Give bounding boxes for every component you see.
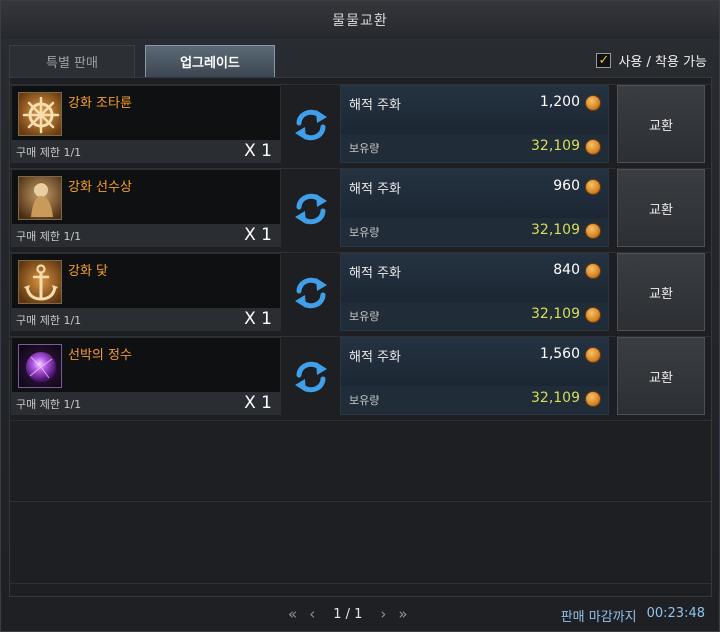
owned-value: 32,109: [531, 222, 580, 238]
item-panel[interactable]: 강화 닻 구매 제한 1/1 X 1: [11, 253, 281, 331]
coin-icon: [585, 179, 601, 195]
usable-filter-checkbox[interactable]: ✓: [596, 53, 612, 68]
exchange-arrows-icon: [291, 275, 331, 311]
cost-currency-name: 해적 주화: [349, 350, 401, 365]
owned-value: 32,109: [531, 390, 580, 406]
anchor-icon[interactable]: [18, 260, 62, 304]
tab-upgrade[interactable]: 업그레이드: [145, 45, 275, 77]
orb-icon[interactable]: [18, 344, 62, 388]
cost-panel: 해적 주화 1,560 보유량 32,109: [340, 337, 609, 415]
cost-currency-name: 해적 주화: [349, 98, 401, 113]
item-panel[interactable]: 강화 선수상 구매 제한 1/1 X 1: [11, 169, 281, 247]
list-item: 선박의 정수 구매 제한 1/1 X 1 해적 주화 1,560 보유량 32,…: [9, 337, 709, 415]
cost-panel: 해적 주화 1,200 보유량 32,109: [340, 85, 609, 163]
purchase-limit: 구매 제한 1/1: [16, 146, 82, 159]
exchange-button[interactable]: 교환: [617, 169, 705, 247]
exchange-button[interactable]: 교환: [617, 253, 705, 331]
coin-icon: [585, 223, 601, 239]
sale-deadline: 판매 마감까지 00:23:48: [561, 606, 705, 625]
cost-currency-name: 해적 주화: [349, 182, 401, 197]
cost-panel: 해적 주화 840 보유량 32,109: [340, 253, 609, 331]
ship-wheel-icon[interactable]: [18, 92, 62, 136]
tab-special-sale[interactable]: 특별 판매: [9, 45, 135, 77]
purchase-limit: 구매 제한 1/1: [16, 230, 82, 243]
owned-label: 보유량: [349, 142, 380, 155]
purchase-limit: 구매 제한 1/1: [16, 314, 82, 327]
prev-page-button[interactable]: ‹: [309, 605, 315, 623]
first-page-button[interactable]: «: [288, 605, 297, 623]
list-item: 강화 선수상 구매 제한 1/1 X 1 해적 주화 960 보유량 32,10…: [9, 169, 709, 247]
next-page-button[interactable]: ›: [380, 605, 386, 623]
owned-label: 보유량: [349, 310, 380, 323]
page-indicator: 1 / 1: [333, 606, 363, 622]
pagination: « ‹ 1 / 1 › »: [288, 605, 408, 623]
window-title[interactable]: 물물교환: [1, 1, 719, 39]
footer: « ‹ 1 / 1 › » 판매 마감까지 00:23:48: [1, 599, 719, 631]
cost-value: 1,560: [539, 346, 580, 362]
barter-window: 물물교환 특별 판매 업그레이드 ✓ 사용 / 착용 가능 강화 조타륜 구매 …: [0, 0, 720, 632]
coin-icon: [585, 307, 601, 323]
purchase-limit: 구매 제한 1/1: [16, 398, 82, 411]
exchange-arrows-icon: [291, 191, 331, 227]
coin-icon: [585, 347, 601, 363]
item-name: 강화 선수상: [68, 180, 132, 195]
cost-panel: 해적 주화 960 보유량 32,109: [340, 169, 609, 247]
owned-value: 32,109: [531, 306, 580, 322]
last-page-button[interactable]: »: [398, 605, 407, 623]
item-quantity: X 1: [244, 309, 272, 329]
usable-filter[interactable]: ✓ 사용 / 착용 가능: [596, 51, 707, 70]
cost-value: 840: [553, 262, 580, 278]
owned-label: 보유량: [349, 394, 380, 407]
item-panel[interactable]: 선박의 정수 구매 제한 1/1 X 1: [11, 337, 281, 415]
figurehead-icon[interactable]: [18, 176, 62, 220]
exchange-button[interactable]: 교환: [617, 337, 705, 415]
item-panel[interactable]: 강화 조타륜 구매 제한 1/1 X 1: [11, 85, 281, 163]
coin-icon: [585, 391, 601, 407]
deadline-label: 판매 마감까지: [560, 610, 637, 625]
owned-value: 32,109: [531, 138, 580, 154]
exchange-arrows-icon: [291, 107, 331, 143]
coin-icon: [585, 263, 601, 279]
item-name: 강화 조타륜: [68, 96, 132, 111]
usable-filter-label: 사용 / 착용 가능: [618, 55, 707, 70]
item-quantity: X 1: [244, 393, 272, 413]
exchange-arrows-icon: [291, 359, 331, 395]
item-name: 선박의 정수: [68, 348, 132, 363]
coin-icon: [585, 139, 601, 155]
coin-icon: [585, 95, 601, 111]
list-item: 강화 닻 구매 제한 1/1 X 1 해적 주화 840 보유량 32,109 …: [9, 253, 709, 331]
deadline-time: 00:23:48: [646, 606, 705, 621]
tab-bar: 특별 판매 업그레이드: [9, 45, 275, 77]
cost-currency-name: 해적 주화: [349, 266, 401, 281]
item-quantity: X 1: [244, 141, 272, 161]
owned-label: 보유량: [349, 226, 380, 239]
cost-value: 960: [553, 178, 580, 194]
list-item: 강화 조타륜 구매 제한 1/1 X 1 해적 주화 1,200 보유량 32,…: [9, 85, 709, 163]
item-name: 강화 닻: [68, 264, 109, 279]
exchange-button[interactable]: 교환: [617, 85, 705, 163]
cost-value: 1,200: [539, 94, 580, 110]
item-quantity: X 1: [244, 225, 272, 245]
